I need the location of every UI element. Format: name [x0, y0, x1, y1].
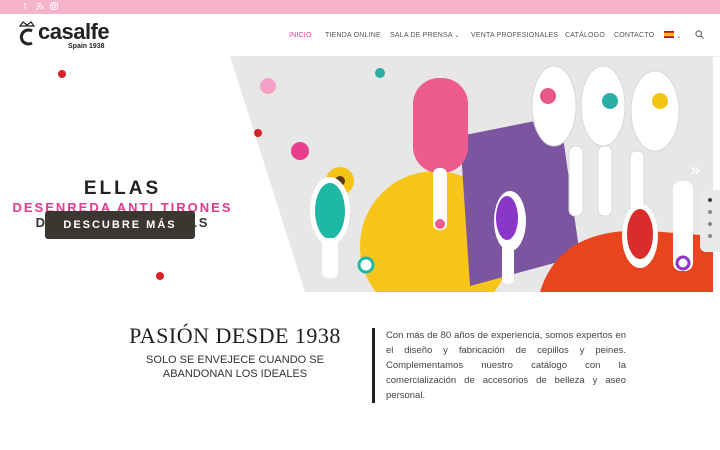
slider-dot[interactable]	[708, 222, 712, 226]
facebook-icon[interactable]: f	[20, 2, 30, 12]
slider-dot[interactable]	[708, 210, 712, 214]
slider-dot[interactable]	[708, 234, 712, 238]
nav-item-sala-de-prensa-label: SALA DE PRENSA	[390, 32, 453, 39]
rss-icon[interactable]	[35, 2, 45, 12]
crown-c-icon	[18, 21, 36, 46]
logo-tagline: Spain 1938	[68, 43, 105, 50]
chevron-down-icon: ⌄	[676, 34, 682, 40]
nav-item-catalogo[interactable]: CATÁLOGO	[565, 32, 605, 39]
about-tagline: SOLO SE ENVEJECE CUANDO SE ABANDONAN LOS…	[146, 354, 324, 380]
nav-item-tienda-online[interactable]: TIENDA ONLINE	[325, 32, 381, 39]
slider-dot[interactable]	[708, 198, 712, 202]
nav-item-contacto[interactable]: CONTACTO	[614, 32, 654, 39]
slider-pagination	[700, 190, 720, 252]
site-header: casalfe Spain 1938 INICIO TIENDA ONLINE …	[0, 14, 720, 57]
nav-item-venta-profesionales[interactable]: VENTA PROFESIONALES	[471, 32, 558, 39]
chevron-right-icon[interactable]: »	[690, 160, 700, 181]
hero-title: ELLAS	[83, 178, 162, 199]
logo-brand-text: casalfe	[38, 19, 110, 44]
hero-background	[58, 56, 713, 292]
nav-item-sala-de-prensa[interactable]: SALA DE PRENSA ⌄	[390, 32, 460, 39]
hero-slider: ELLAS DESENREDA ANTI TIRONES DETANGLE NO…	[0, 56, 713, 292]
divider-line	[372, 328, 375, 403]
descubre-mas-button[interactable]: DESCUBRE MÁS	[45, 211, 195, 239]
nav-item-inicio[interactable]: INICIO	[289, 32, 312, 39]
about-heading-block: PASIÓN DESDE 1938 SOLO SE ENVEJECE CUAND…	[120, 323, 350, 381]
casalfe-logo[interactable]: casalfe Spain 1938	[16, 19, 116, 51]
about-heading: PASIÓN DESDE 1938	[129, 323, 341, 348]
instagram-icon[interactable]	[49, 2, 59, 12]
search-icon[interactable]	[695, 30, 704, 41]
about-paragraph: Con más de 80 años de experiencia, somos…	[386, 330, 626, 401]
spain-flag-icon	[664, 31, 674, 38]
chevron-down-icon: ⌄	[454, 33, 460, 39]
top-bar: f	[0, 0, 720, 14]
language-selector[interactable]: ⌄	[664, 31, 681, 40]
